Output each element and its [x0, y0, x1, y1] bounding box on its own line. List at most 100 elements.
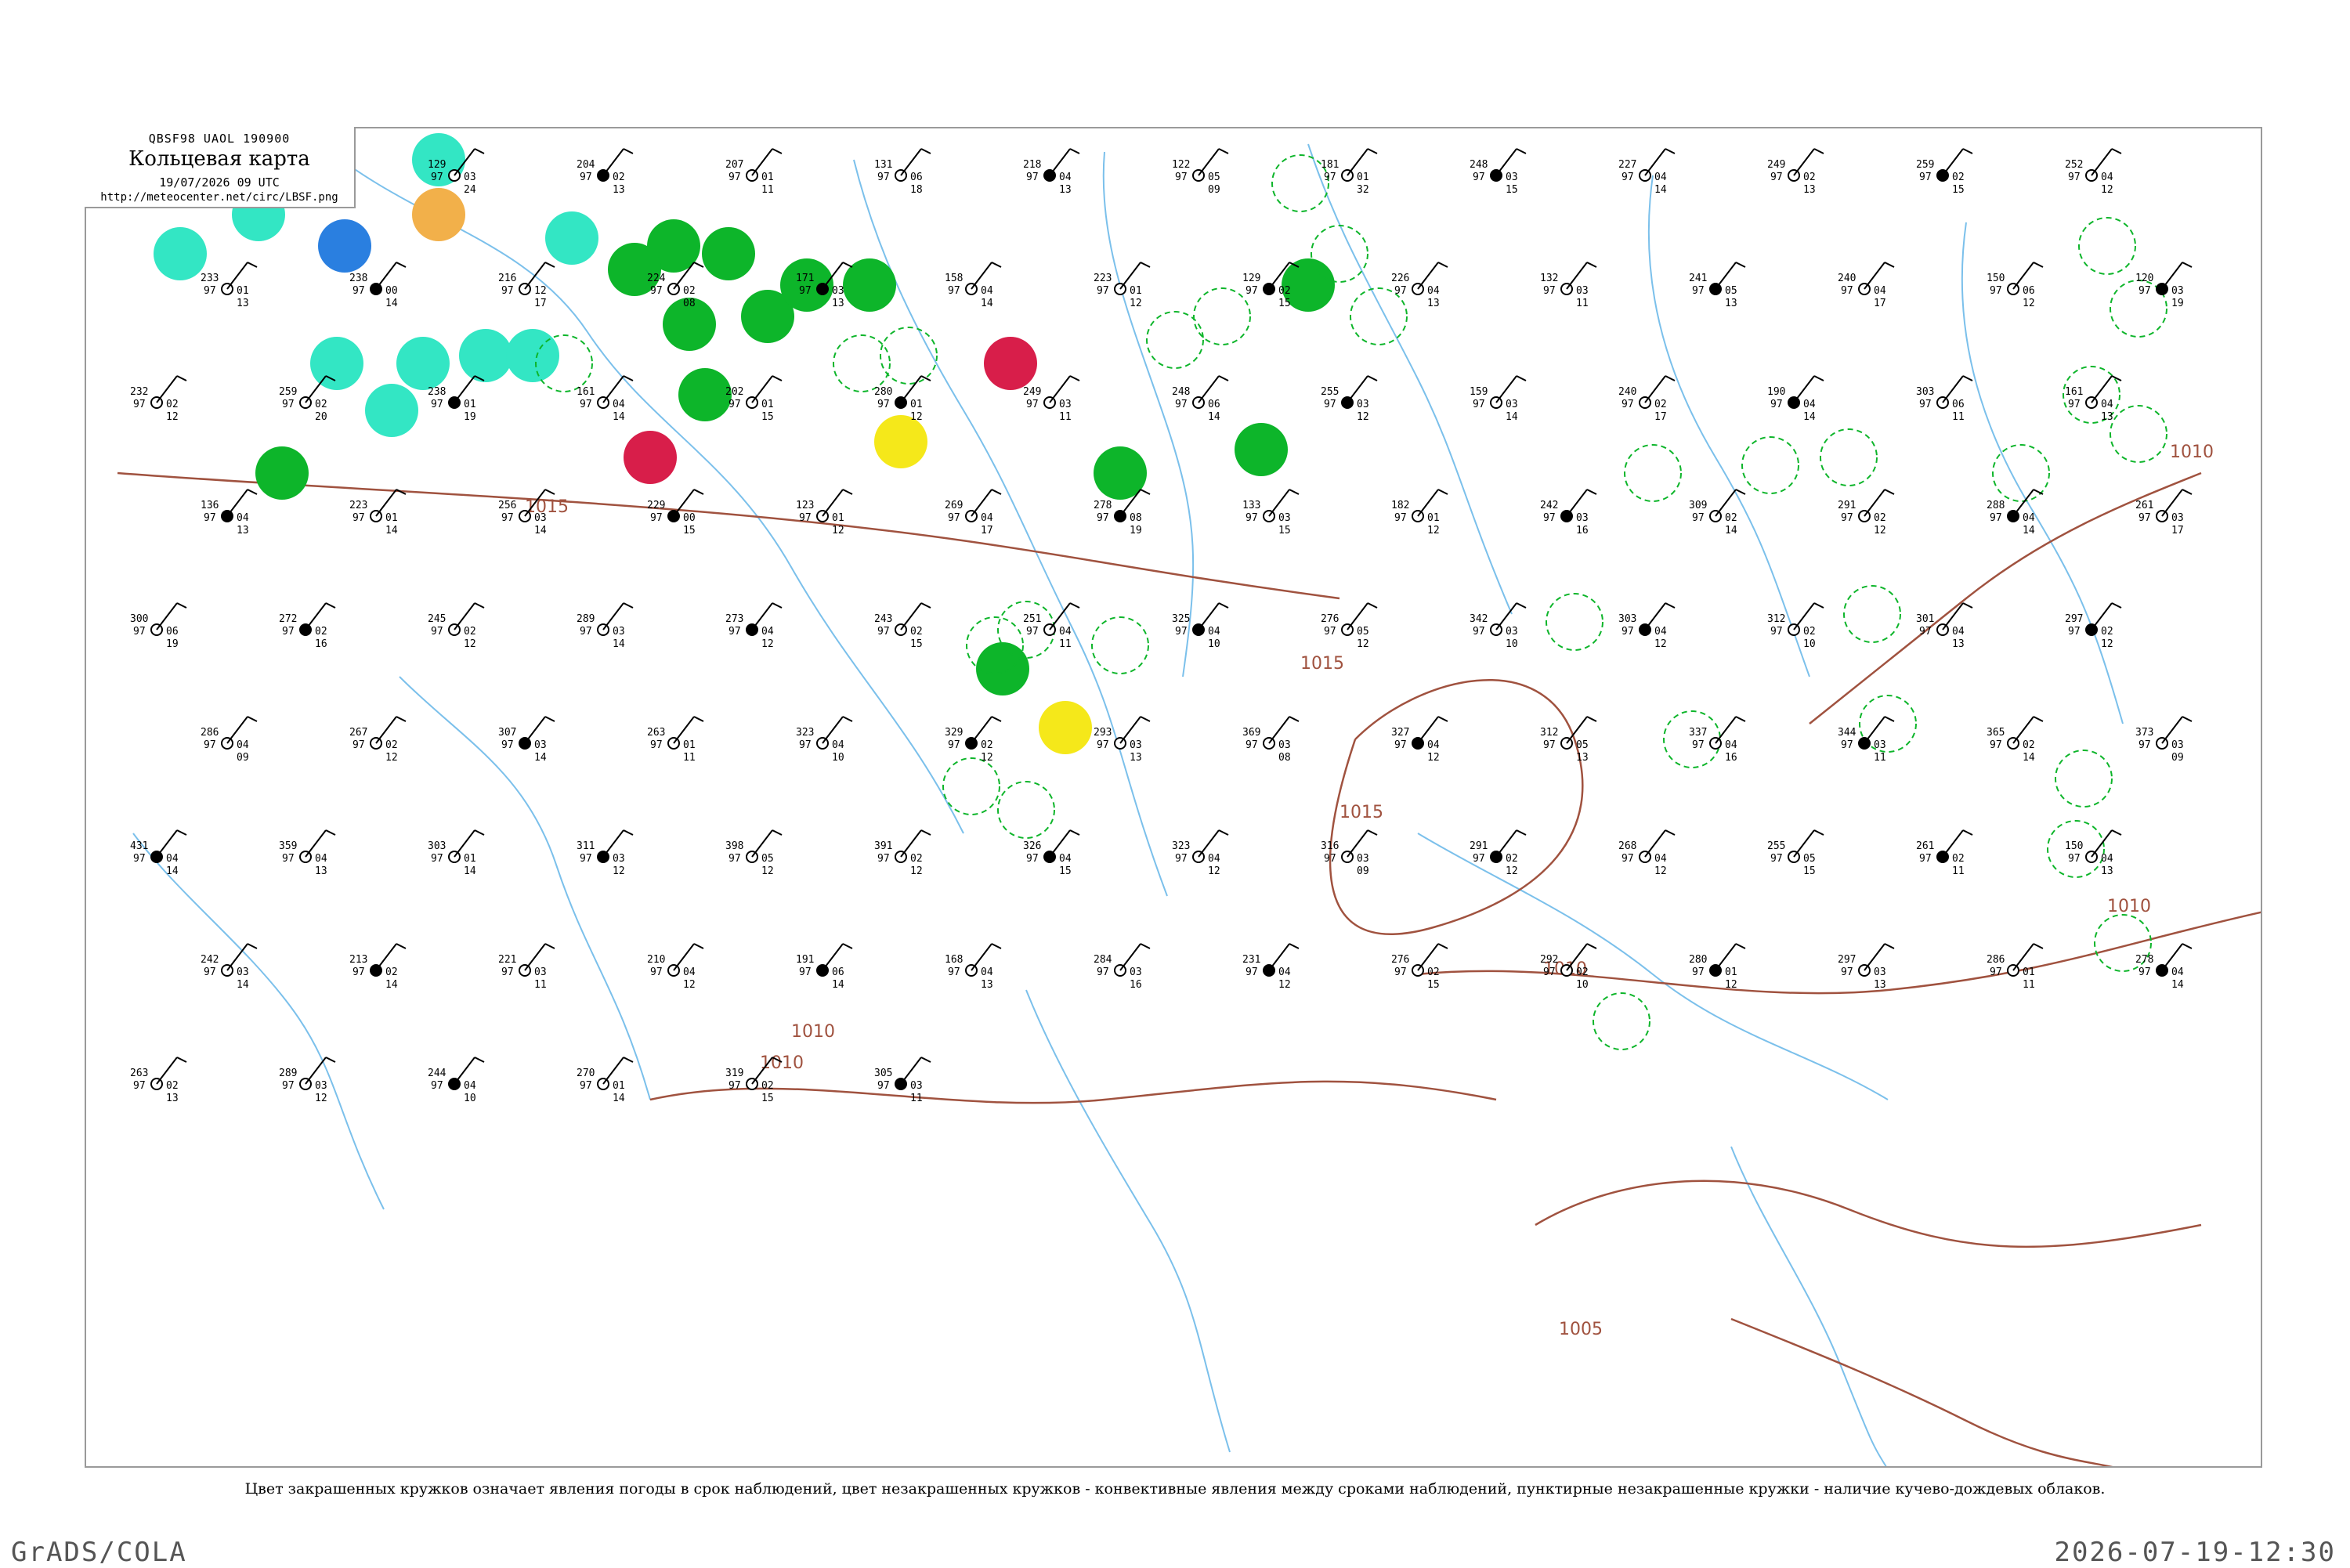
station-temperature: 97 [1692, 739, 1705, 751]
weather-filled-circle [365, 384, 418, 437]
station-temperature: 97 [650, 966, 663, 978]
river-line [132, 833, 385, 1210]
station-pressure: 238 [428, 386, 446, 398]
station-dewpoint: 06 [166, 626, 179, 638]
station-plot: 32397 0410 [796, 716, 853, 764]
station-plot: 18297 0112 [1391, 489, 1448, 537]
wind-barb-feather [920, 1057, 931, 1063]
station-plot: 32597 0410 [1172, 602, 1229, 650]
station-plot: 35997 0413 [279, 829, 336, 877]
station-dewpoint: 05 [761, 853, 774, 865]
wind-barb-feather [1367, 602, 1378, 609]
weather-filled-circle [506, 329, 559, 382]
wind-barb-feather [772, 602, 783, 609]
station-temperature: 97 [2138, 739, 2151, 751]
station-wind: 15 [910, 638, 923, 650]
station-temperature: 97 [948, 285, 960, 297]
station-plot: 16897 0413 [945, 943, 1002, 991]
station-temperature: 97 [580, 1080, 592, 1092]
isobar-label: 1010 [2107, 897, 2151, 916]
isobar-line [1535, 1180, 2202, 1248]
wind-barb-feather [1367, 829, 1378, 836]
station-temperature: 97 [1246, 285, 1258, 297]
station-temperature: 97 [728, 1080, 741, 1092]
station-pressure: 292 [1540, 954, 1558, 966]
station-temperature: 97 [1841, 285, 1853, 297]
station-plot: 27297 0216 [279, 602, 336, 650]
wind-barb-feather [1735, 262, 1746, 268]
station-pressure: 255 [1767, 840, 1785, 852]
station-temperature: 97 [799, 739, 812, 751]
station-plot: 22997 0015 [647, 489, 704, 537]
wind-barb-feather [2182, 943, 2193, 949]
station-temperature: 97 [1026, 399, 1039, 410]
weather-filled-circle [976, 642, 1029, 695]
station-dewpoint: 02 [385, 966, 398, 978]
footer-brand: GrADS/COLA [11, 1537, 187, 1568]
station-temperature: 97 [1622, 853, 1634, 865]
station-temperature: 97 [728, 853, 741, 865]
station-plot: 36597 0214 [1987, 716, 2044, 764]
station-dewpoint: 01 [1725, 966, 1737, 978]
station-temperature: 97 [1097, 285, 1109, 297]
station-pressure: 240 [1838, 273, 1856, 284]
station-plot: 26197 0211 [1916, 829, 1973, 877]
station-pressure: 289 [279, 1068, 297, 1079]
wind-barb-feather [1813, 602, 1824, 609]
wind-barb-feather [1218, 375, 1229, 381]
station-temperature: 97 [1246, 512, 1258, 524]
station-plot: 31197 0312 [577, 829, 634, 877]
wind-barb-feather [623, 829, 634, 836]
wind-barb-feather [1437, 716, 1448, 722]
station-dewpoint: 04 [613, 399, 625, 410]
station-plot: 12397 0112 [796, 489, 853, 537]
station-plot: 27097 0114 [577, 1057, 634, 1104]
wind-barb-feather [2182, 489, 2193, 495]
station-pressure: 259 [1916, 159, 1934, 171]
station-pressure: 291 [1838, 500, 1856, 511]
station-temperature: 97 [501, 739, 514, 751]
station-wind: 13 [1874, 979, 1886, 991]
station-temperature: 97 [2138, 285, 2151, 297]
station-temperature: 97 [1543, 285, 1556, 297]
station-pressure: 251 [1023, 613, 1041, 625]
station-dewpoint: 02 [981, 739, 993, 751]
station-pressure: 342 [1470, 613, 1488, 625]
wind-barb-feather [1367, 375, 1378, 381]
station-pressure: 329 [945, 727, 963, 739]
station-temperature: 97 [501, 512, 514, 524]
station-temperature: 97 [1097, 966, 1109, 978]
station-pressure: 272 [279, 613, 297, 625]
station-dewpoint: 02 [2023, 739, 2035, 751]
station-dewpoint: 04 [166, 853, 179, 865]
station-wind: 12 [1874, 525, 1886, 537]
station-wind: 15 [683, 525, 696, 537]
station-dewpoint: 03 [1874, 966, 1886, 978]
station-plot: 26997 0417 [945, 489, 1002, 537]
station-pressure: 326 [1023, 840, 1041, 852]
station-dewpoint: 04 [981, 512, 993, 524]
station-wind: 11 [1952, 865, 1965, 877]
wind-barb-feather [1884, 262, 1895, 268]
station-pressure: 300 [130, 613, 148, 625]
cb-dashed-circle [1593, 992, 1650, 1050]
station-dewpoint: 03 [534, 512, 547, 524]
station-temperature: 97 [1919, 172, 1932, 183]
station-dewpoint: 04 [1654, 172, 1667, 183]
station-temperature: 97 [1394, 512, 1407, 524]
station-plot: 30397 0114 [428, 829, 485, 877]
station-plot: 31297 0210 [1767, 602, 1824, 650]
station-dewpoint: 04 [1952, 626, 1965, 638]
station-plot: 33797 0416 [1689, 716, 1746, 764]
station-dewpoint: 04 [1874, 285, 1886, 297]
station-dewpoint: 01 [910, 399, 923, 410]
station-temperature: 97 [1324, 399, 1336, 410]
station-temperature: 97 [204, 285, 216, 297]
station-wind: 16 [1725, 752, 1737, 764]
station-wind: 12 [613, 865, 625, 877]
cb-dashed-circle [1741, 436, 1799, 494]
wind-barb-feather [1665, 829, 1676, 836]
station-pressure: 369 [1242, 727, 1260, 739]
wind-barb-feather [991, 943, 1002, 949]
station-plot: 15097 0413 [2065, 829, 2122, 877]
